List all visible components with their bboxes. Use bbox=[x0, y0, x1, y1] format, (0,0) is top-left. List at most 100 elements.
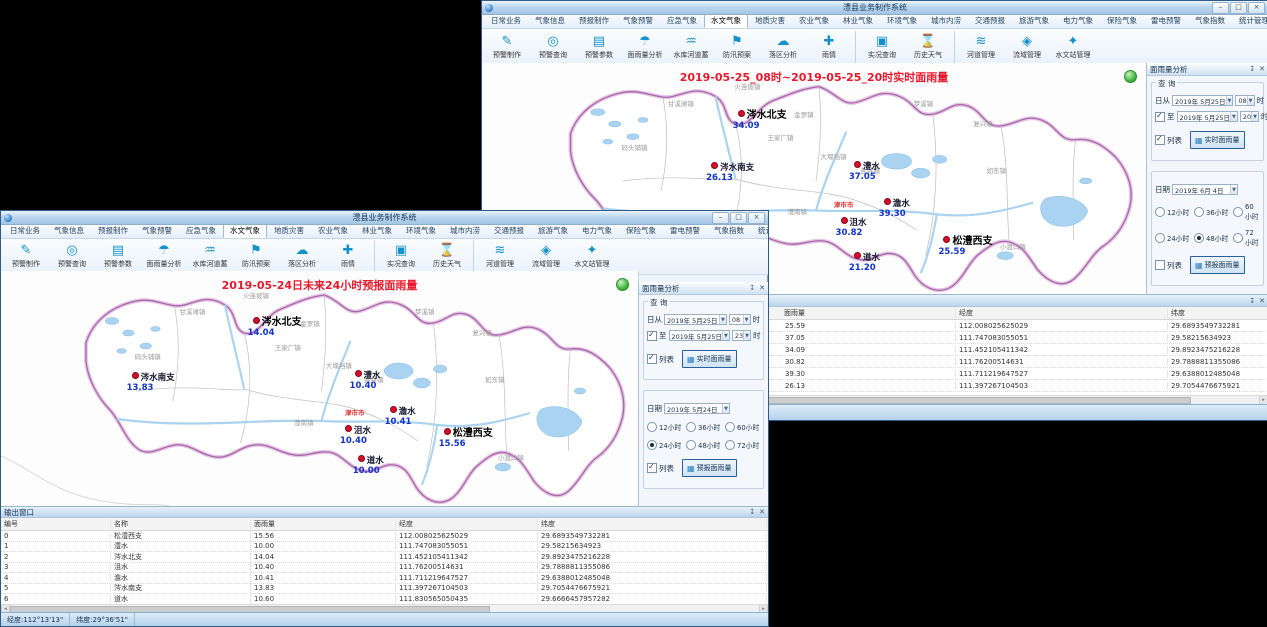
ribbon-tab[interactable]: 气象指数 bbox=[707, 225, 751, 238]
ribbon-tab[interactable]: 林业气象 bbox=[355, 225, 399, 238]
toolbar-button[interactable]: ♒ 水库河道蓄 bbox=[187, 241, 233, 273]
forecast-rain-button[interactable]: ▦预报面雨量 bbox=[1190, 256, 1245, 274]
column-header[interactable]: 编号 bbox=[1, 519, 111, 529]
ribbon-tab[interactable]: 应急气象 bbox=[179, 225, 223, 238]
window-forecast[interactable]: 澧县业务制作系统 – □ × 日常业务气象信息预报制作气象预警应急气象水文气象地… bbox=[0, 210, 769, 627]
ribbon-tab[interactable]: 气象信息 bbox=[47, 225, 91, 238]
column-header[interactable]: 纬度 bbox=[538, 519, 767, 529]
list2-checkbox[interactable] bbox=[1155, 260, 1165, 270]
minimize-button[interactable]: – bbox=[1212, 2, 1229, 14]
toolbar-button[interactable]: ◈ 流域管理 bbox=[1004, 31, 1050, 63]
titlebar[interactable]: 澧县业务制作系统 – □ × bbox=[482, 1, 1267, 15]
ribbon-tab[interactable]: 日常业务 bbox=[3, 225, 47, 238]
to-date-select[interactable]: 2019年 5月25日▼ bbox=[1177, 111, 1238, 122]
minimize-button[interactable]: – bbox=[712, 212, 729, 224]
forecast-rain-button[interactable]: ▦预报面雨量 bbox=[682, 459, 737, 477]
ribbon-tab[interactable]: 气象信息 bbox=[528, 15, 572, 28]
toolbar-button[interactable]: ♒ 水库河道蓄 bbox=[668, 31, 714, 63]
list-checkbox[interactable] bbox=[1155, 135, 1165, 145]
column-header[interactable]: 面雨量 bbox=[251, 519, 396, 529]
duration-radio[interactable]: 48小时 bbox=[686, 440, 725, 450]
toolbar-button[interactable]: ✎ 预警制作 bbox=[484, 31, 530, 63]
toolbar-button[interactable]: ≋ 河道管理 bbox=[473, 241, 523, 273]
toolbar-button[interactable]: ☁ 落区分析 bbox=[760, 31, 806, 63]
ribbon-tab[interactable]: 保险气象 bbox=[1100, 15, 1144, 28]
from-date-select[interactable]: 2019年 5月25日▼ bbox=[1172, 95, 1233, 106]
toolbar-button[interactable]: ⌛ 历史天气 bbox=[905, 31, 951, 63]
map-locate-button[interactable] bbox=[1124, 70, 1137, 83]
table-row[interactable]: 4 澹水 10.41 111.711219647527 29.638801248… bbox=[1, 573, 768, 584]
ribbon-tab[interactable]: 保险气象 bbox=[619, 225, 663, 238]
ribbon-tab[interactable]: 城市内涝 bbox=[443, 225, 487, 238]
close-icon[interactable]: ✕ bbox=[759, 284, 765, 292]
ribbon-tab[interactable]: 水文气象 bbox=[223, 225, 267, 238]
ribbon-tab[interactable]: 统计管理 bbox=[1232, 15, 1267, 28]
ribbon-tab[interactable]: 地质灾害 bbox=[748, 15, 792, 28]
pin-icon[interactable]: ↧ bbox=[749, 284, 755, 292]
duration-radio[interactable]: 36小时 bbox=[1194, 203, 1233, 221]
toolbar-button[interactable]: ≋ 河道管理 bbox=[954, 31, 1004, 63]
ribbon-tab[interactable]: 农业气象 bbox=[311, 225, 355, 238]
to-checkbox[interactable] bbox=[1155, 112, 1165, 122]
list2-checkbox[interactable] bbox=[647, 463, 657, 473]
to-date-select[interactable]: 2019年 5月25日▼ bbox=[669, 330, 730, 341]
toolbar-button[interactable]: ⚑ 防汛预案 bbox=[233, 241, 279, 273]
ribbon-tab[interactable]: 应急气象 bbox=[660, 15, 704, 28]
ribbon-tab[interactable]: 气象预警 bbox=[135, 225, 179, 238]
map-locate-button[interactable] bbox=[616, 278, 629, 291]
duration-radio[interactable]: 48小时 bbox=[1194, 229, 1233, 247]
toolbar-button[interactable]: ◎ 预警查询 bbox=[530, 31, 576, 63]
from-date-select[interactable]: 2019年 5月25日▼ bbox=[664, 314, 727, 325]
toolbar-button[interactable]: ☁ 落区分析 bbox=[279, 241, 325, 273]
ribbon-tab[interactable]: 林业气象 bbox=[836, 15, 880, 28]
duration-radio[interactable]: 24小时 bbox=[647, 440, 686, 450]
column-header[interactable]: 经度 bbox=[956, 308, 1168, 318]
from-hour-select[interactable]: 08▼ bbox=[729, 314, 751, 325]
duration-radio[interactable]: 12小时 bbox=[1155, 203, 1194, 221]
close-icon[interactable]: ✕ bbox=[1259, 297, 1265, 305]
table-row[interactable]: 6 道水 10.60 111.830565050435 29.666645795… bbox=[1, 594, 768, 605]
toolbar-button[interactable]: ☂ 面雨量分析 bbox=[141, 241, 187, 273]
close-icon[interactable]: ✕ bbox=[759, 508, 765, 516]
column-header[interactable]: 经度 bbox=[396, 519, 538, 529]
ribbon-tab[interactable]: 气象预警 bbox=[616, 15, 660, 28]
ribbon-tab[interactable]: 旅游气象 bbox=[531, 225, 575, 238]
forecast-date-select[interactable]: 2019年 6月 4日▼ bbox=[1172, 184, 1238, 195]
toolbar-button[interactable]: ✦ 水文站管理 bbox=[569, 241, 615, 273]
close-button[interactable]: × bbox=[748, 212, 765, 224]
duration-radio[interactable]: 72小时 bbox=[1233, 229, 1260, 247]
duration-radio[interactable]: 12小时 bbox=[647, 422, 686, 432]
ribbon-tab[interactable]: 气象指数 bbox=[1188, 15, 1232, 28]
realtime-rain-button[interactable]: ▦实时面雨量 bbox=[1190, 131, 1245, 149]
toolbar-button[interactable]: ▣ 实况查询 bbox=[855, 31, 905, 63]
ribbon-tab[interactable]: 水文气象 bbox=[704, 15, 748, 28]
ribbon-tab[interactable]: 环境气象 bbox=[399, 225, 443, 238]
from-hour-select[interactable]: 08▼ bbox=[1235, 95, 1254, 106]
realtime-rain-button[interactable]: ▦实时面雨量 bbox=[682, 350, 737, 368]
table-row[interactable]: 3 沮水 10.40 111.76200514631 29.7888811355… bbox=[1, 563, 768, 574]
duration-radio[interactable]: 24小时 bbox=[1155, 229, 1194, 247]
ribbon-tab[interactable]: 旅游气象 bbox=[1012, 15, 1056, 28]
duration-radio[interactable]: 72小时 bbox=[725, 440, 760, 450]
toolbar-button[interactable]: ▤ 预警参数 bbox=[576, 31, 622, 63]
duration-radio[interactable]: 60小时 bbox=[725, 422, 760, 432]
ribbon-tab[interactable]: 雷电预警 bbox=[663, 225, 707, 238]
toolbar-button[interactable]: ⌛ 历史天气 bbox=[424, 241, 470, 273]
ribbon-tab[interactable]: 电力气象 bbox=[575, 225, 619, 238]
table-row[interactable]: 1 澧水 10.00 111.747083055051 29.582156349… bbox=[1, 542, 768, 553]
to-hour-select[interactable]: 20▼ bbox=[1240, 111, 1259, 122]
ribbon-tab[interactable]: 地质灾害 bbox=[267, 225, 311, 238]
to-checkbox[interactable] bbox=[647, 331, 657, 341]
table-row[interactable]: 2 涔水北支 14.04 111.452105411342 29.8923475… bbox=[1, 552, 768, 563]
table-row[interactable]: 0 松澧西支 15.56 112.008025625029 29.6893549… bbox=[1, 531, 768, 542]
duration-radio[interactable]: 36小时 bbox=[686, 422, 725, 432]
panel-header[interactable]: 面雨量分析 ↧ ✕ bbox=[1147, 63, 1267, 76]
pin-icon[interactable]: ↧ bbox=[1249, 65, 1255, 73]
ribbon-tab[interactable]: 城市内涝 bbox=[924, 15, 968, 28]
duration-radio[interactable]: 60小时 bbox=[1233, 203, 1260, 221]
close-icon[interactable]: ✕ bbox=[1259, 65, 1265, 73]
toolbar-button[interactable]: ◈ 流域管理 bbox=[523, 241, 569, 273]
column-header[interactable]: 名称 bbox=[111, 519, 251, 529]
forecast-date-select[interactable]: 2019年 5月24日▼ bbox=[664, 403, 730, 414]
toolbar-button[interactable]: ✦ 水文站管理 bbox=[1050, 31, 1096, 63]
